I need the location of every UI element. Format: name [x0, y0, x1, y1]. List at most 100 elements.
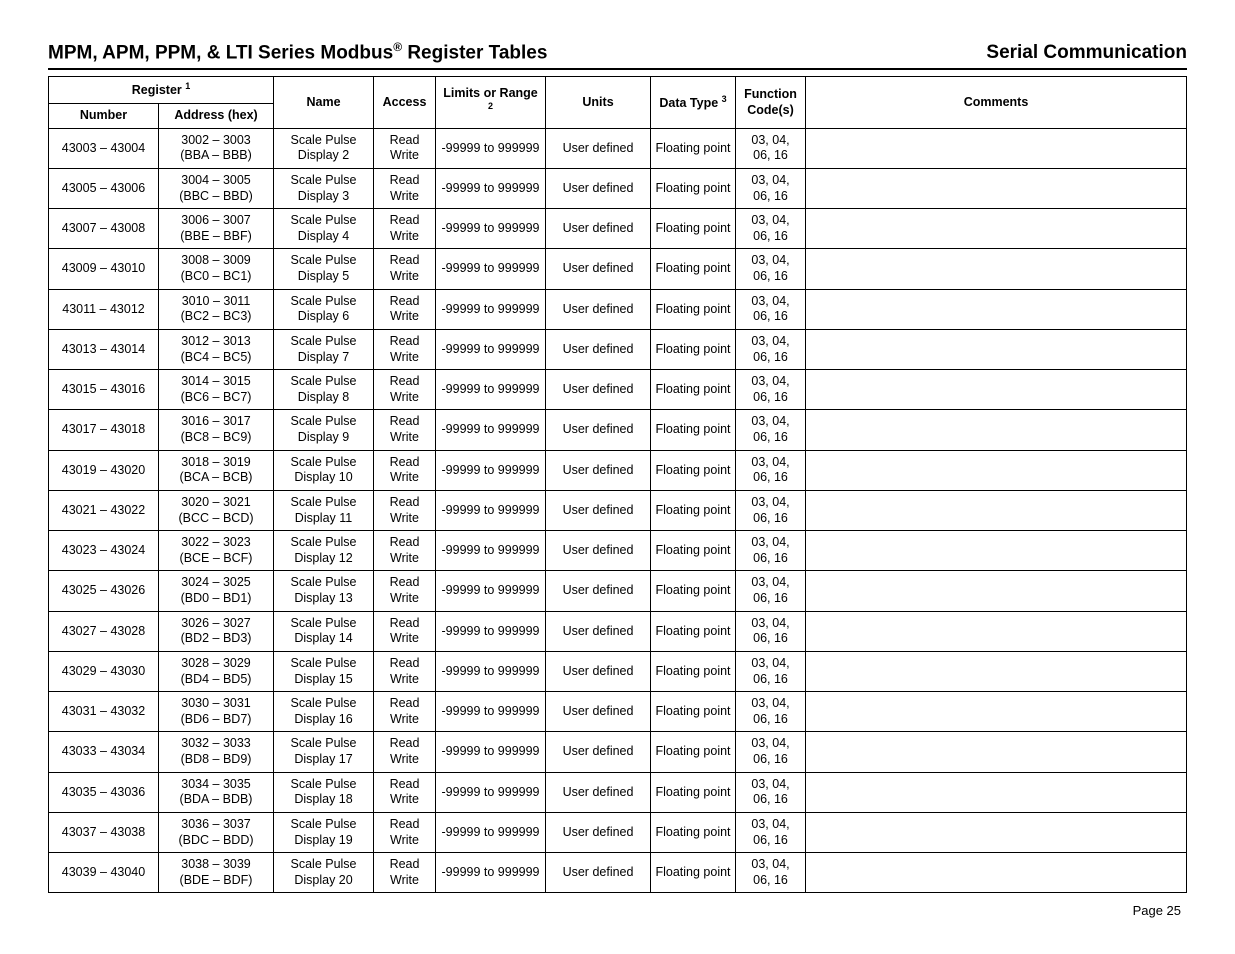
cell-comments [806, 531, 1187, 571]
cell-number: 43005 – 43006 [49, 168, 159, 208]
cell-func: 03, 04,06, 16 [736, 692, 806, 732]
col-name: Name [274, 77, 374, 128]
cell-dtype: Floating point [651, 289, 736, 329]
cell-func: 03, 04,06, 16 [736, 611, 806, 651]
cell-func: 03, 04,06, 16 [736, 209, 806, 249]
cell-dtype: Floating point [651, 490, 736, 530]
cell-dtype: Floating point [651, 772, 736, 812]
cell-func: 03, 04,06, 16 [736, 571, 806, 611]
cell-comments [806, 853, 1187, 893]
cell-number: 43023 – 43024 [49, 531, 159, 571]
cell-limits: -99999 to 999999 [436, 571, 546, 611]
cell-units: User defined [546, 168, 651, 208]
cell-address: 3022 – 3023(BCE – BCF) [159, 531, 274, 571]
cell-number: 43015 – 43016 [49, 370, 159, 410]
cell-address: 3036 – 3037(BDC – BDD) [159, 812, 274, 852]
cell-number: 43013 – 43014 [49, 329, 159, 369]
cell-number: 43039 – 43040 [49, 853, 159, 893]
cell-number: 43009 – 43010 [49, 249, 159, 289]
col-units: Units [546, 77, 651, 128]
cell-dtype: Floating point [651, 611, 736, 651]
cell-name: Scale PulseDisplay 13 [274, 571, 374, 611]
cell-units: User defined [546, 772, 651, 812]
cell-dtype: Floating point [651, 370, 736, 410]
cell-address: 3016 – 3017(BC8 – BC9) [159, 410, 274, 450]
cell-number: 43019 – 43020 [49, 450, 159, 490]
cell-name: Scale PulseDisplay 5 [274, 249, 374, 289]
cell-name: Scale PulseDisplay 8 [274, 370, 374, 410]
cell-limits: -99999 to 999999 [436, 450, 546, 490]
table-row: 43009 – 430103008 – 3009(BC0 – BC1)Scale… [49, 249, 1187, 289]
cell-number: 43025 – 43026 [49, 571, 159, 611]
cell-number: 43029 – 43030 [49, 651, 159, 691]
cell-units: User defined [546, 128, 651, 168]
cell-comments [806, 249, 1187, 289]
cell-func: 03, 04,06, 16 [736, 289, 806, 329]
table-row: 43031 – 430323030 – 3031(BD6 – BD7)Scale… [49, 692, 1187, 732]
cell-number: 43017 – 43018 [49, 410, 159, 450]
cell-units: User defined [546, 853, 651, 893]
cell-name: Scale PulseDisplay 4 [274, 209, 374, 249]
cell-access: Read Write [374, 289, 436, 329]
cell-comments [806, 692, 1187, 732]
cell-limits: -99999 to 999999 [436, 168, 546, 208]
cell-units: User defined [546, 450, 651, 490]
cell-name: Scale PulseDisplay 12 [274, 531, 374, 571]
cell-dtype: Floating point [651, 329, 736, 369]
cell-limits: -99999 to 999999 [436, 611, 546, 651]
table-row: 43035 – 430363034 – 3035(BDA – BDB)Scale… [49, 772, 1187, 812]
cell-access: Read Write [374, 772, 436, 812]
cell-number: 43003 – 43004 [49, 128, 159, 168]
cell-address: 3020 – 3021(BCC – BCD) [159, 490, 274, 530]
table-body: 43003 – 430043002 – 3003(BBA – BBB) Scale… [49, 128, 1187, 893]
cell-func: 03, 04,06, 16 [736, 531, 806, 571]
cell-comments [806, 772, 1187, 812]
cell-dtype: Floating point [651, 732, 736, 772]
cell-dtype: Floating point [651, 128, 736, 168]
cell-name: Scale PulseDisplay 20 [274, 853, 374, 893]
col-address: Address (hex) [159, 104, 274, 129]
cell-access: Read Write [374, 531, 436, 571]
cell-access: Read Write [374, 732, 436, 772]
cell-number: 43027 – 43028 [49, 611, 159, 651]
cell-access: Read Write [374, 571, 436, 611]
cell-number: 43031 – 43032 [49, 692, 159, 732]
cell-limits: -99999 to 999999 [436, 329, 546, 369]
cell-access: Read Write [374, 128, 436, 168]
cell-units: User defined [546, 812, 651, 852]
cell-access: Read Write [374, 853, 436, 893]
cell-access: Read Write [374, 611, 436, 651]
cell-address: 3008 – 3009(BC0 – BC1) [159, 249, 274, 289]
cell-func: 03, 04,06, 16 [736, 370, 806, 410]
cell-access: Read Write [374, 249, 436, 289]
cell-comments [806, 329, 1187, 369]
cell-dtype: Floating point [651, 531, 736, 571]
page-header: MPM, APM, PPM, & LTI Series Modbus® Regi… [48, 40, 1187, 70]
cell-dtype: Floating point [651, 209, 736, 249]
cell-address: 3034 – 3035(BDA – BDB) [159, 772, 274, 812]
table-row: 43027 – 430283026 – 3027(BD2 – BD3)Scale… [49, 611, 1187, 651]
cell-name: Scale PulseDisplay 19 [274, 812, 374, 852]
cell-units: User defined [546, 209, 651, 249]
cell-comments [806, 168, 1187, 208]
col-access: Access [374, 77, 436, 128]
table-row: 43037 – 430383036 – 3037(BDC – BDD)Scale… [49, 812, 1187, 852]
cell-access: Read Write [374, 490, 436, 530]
cell-number: 43037 – 43038 [49, 812, 159, 852]
cell-comments [806, 128, 1187, 168]
table-header: Register 1 Name Access Limits or Range 2… [49, 77, 1187, 128]
col-register-group: Register 1 [49, 77, 274, 104]
cell-address: 3014 – 3015(BC6 – BC7) [159, 370, 274, 410]
cell-dtype: Floating point [651, 168, 736, 208]
cell-address: 3002 – 3003(BBA – BBB) [159, 128, 274, 168]
table-row: 43011 – 430123010 – 3011(BC2 – BC3)Scale… [49, 289, 1187, 329]
cell-address: 3028 – 3029(BD4 – BD5) [159, 651, 274, 691]
cell-access: Read Write [374, 370, 436, 410]
page-number: Page 25 [1133, 903, 1181, 918]
cell-address: 3024 – 3025(BD0 – BD1) [159, 571, 274, 611]
cell-limits: -99999 to 999999 [436, 812, 546, 852]
cell-dtype: Floating point [651, 812, 736, 852]
cell-limits: -99999 to 999999 [436, 289, 546, 329]
cell-dtype: Floating point [651, 692, 736, 732]
cell-access: Read Write [374, 812, 436, 852]
